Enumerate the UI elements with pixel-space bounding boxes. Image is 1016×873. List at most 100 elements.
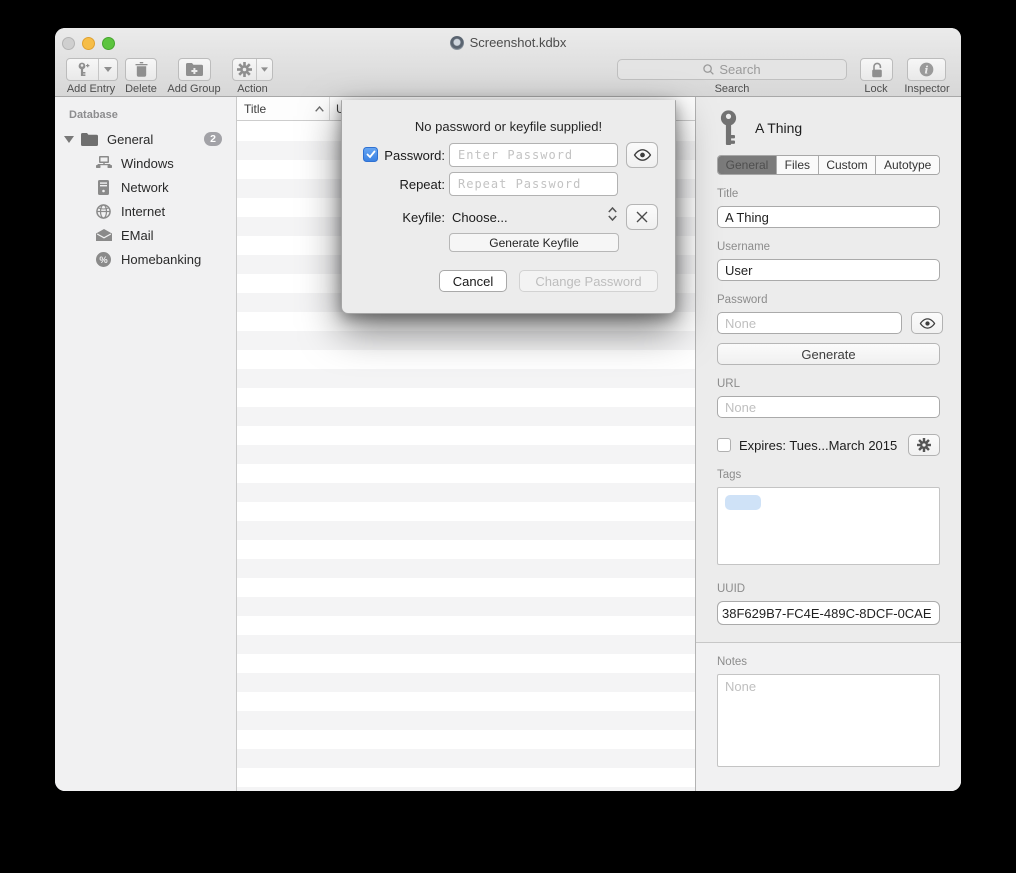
gear-icon[interactable]	[233, 59, 256, 80]
sidebar-item-homebanking[interactable]: % Homebanking	[55, 247, 236, 271]
inspector-label: Inspector	[895, 83, 959, 95]
search-placeholder: Search	[719, 62, 760, 77]
sidebar-item-internet[interactable]: Internet	[55, 199, 236, 223]
titlebar: Screenshot.kdbx	[55, 28, 961, 97]
change-password-dialog: No password or keyfile supplied! Passwor…	[341, 100, 676, 314]
key-icon	[717, 110, 740, 147]
group-label: Windows	[121, 156, 174, 171]
uuid-field[interactable]	[717, 601, 940, 625]
group-label: Network	[121, 180, 169, 195]
url-label: URL	[717, 378, 940, 390]
entry-count-badge: 2	[204, 132, 222, 146]
action-button[interactable]	[232, 58, 273, 81]
username-label: Username	[717, 241, 940, 253]
inspector-tabs: General Files Custom Autotype	[717, 155, 940, 175]
add-entry-button[interactable]	[66, 58, 118, 81]
tags-label: Tags	[717, 469, 940, 481]
password-label: Password	[717, 294, 940, 306]
dialog-password-label: Password:	[342, 148, 445, 163]
dialog-show-password-button[interactable]	[626, 142, 658, 168]
group-label: General	[107, 132, 153, 147]
document-icon	[450, 36, 464, 50]
entry-header: A Thing	[717, 109, 940, 147]
username-field[interactable]	[717, 259, 940, 281]
add-group-label: Add Group	[160, 83, 228, 95]
action-label: Action	[219, 83, 286, 95]
sidebar-item-email[interactable]: EMail	[55, 223, 236, 247]
inspector-button[interactable]: i	[907, 58, 946, 81]
title-label: Title	[717, 188, 940, 200]
search-input[interactable]: Search	[617, 59, 847, 80]
cancel-button[interactable]: Cancel	[439, 270, 507, 292]
folder-plus-icon	[186, 63, 203, 76]
trash-icon	[135, 62, 148, 77]
disclosure-triangle-icon[interactable]	[64, 136, 74, 143]
stepper-icon[interactable]	[608, 207, 617, 221]
eye-icon	[633, 149, 652, 161]
lock-open-icon	[870, 62, 884, 78]
title-field[interactable]	[717, 206, 940, 228]
dialog-repeat-label: Repeat:	[342, 177, 445, 192]
dialog-message: No password or keyfile supplied!	[342, 119, 675, 134]
tab-files[interactable]: Files	[776, 156, 818, 174]
svg-text:i: i	[925, 64, 929, 76]
action-dropdown[interactable]	[256, 59, 272, 80]
lock-button[interactable]	[860, 58, 893, 81]
uuid-label: UUID	[717, 583, 940, 595]
show-password-button[interactable]	[911, 312, 943, 334]
globe-icon	[95, 204, 112, 219]
window-title-text: Screenshot.kdbx	[470, 35, 567, 50]
delete-button[interactable]	[125, 58, 157, 81]
add-group-button[interactable]	[178, 58, 211, 81]
info-icon: i	[919, 62, 934, 77]
percent-icon: %	[95, 252, 112, 267]
expires-settings-button[interactable]	[908, 434, 940, 456]
tags-field[interactable]	[717, 487, 940, 565]
group-label: EMail	[121, 228, 154, 243]
clear-keyfile-button[interactable]	[626, 204, 658, 230]
change-password-button[interactable]: Change Password	[519, 270, 658, 292]
key-plus-icon[interactable]	[67, 59, 98, 80]
window-title: Screenshot.kdbx	[55, 35, 961, 50]
screen: Screenshot.kdbx	[0, 0, 1016, 873]
dialog-repeat-field[interactable]	[449, 172, 618, 196]
group-label: Homebanking	[121, 252, 201, 267]
sidebar: Database General 2 Windows	[55, 97, 237, 791]
add-entry-dropdown[interactable]	[98, 59, 117, 80]
sidebar-item-network[interactable]: Network	[55, 175, 236, 199]
column-header-title[interactable]: Title	[237, 97, 330, 120]
tab-autotype[interactable]: Autotype	[875, 156, 939, 174]
dialog-password-field[interactable]	[449, 143, 618, 167]
notes-label: Notes	[717, 656, 940, 668]
server-icon	[95, 180, 112, 195]
generate-keyfile-button[interactable]: Generate Keyfile	[449, 233, 619, 252]
sidebar-item-general[interactable]: General 2	[55, 127, 236, 151]
envelope-icon	[95, 229, 112, 241]
notes-section: Notes	[696, 642, 961, 791]
tag-pill[interactable]	[725, 495, 761, 510]
search-icon	[703, 64, 714, 75]
dialog-keyfile-label: Keyfile:	[342, 210, 445, 225]
eye-icon	[919, 318, 936, 329]
url-field[interactable]	[717, 396, 940, 418]
expires-checkbox[interactable]	[717, 438, 731, 452]
keyfile-popup[interactable]: Choose...	[452, 210, 508, 225]
svg-text:%: %	[99, 254, 108, 264]
inspector-main: A Thing General Files Custom Autotype Ti…	[696, 97, 961, 625]
tab-custom[interactable]: Custom	[818, 156, 876, 174]
windows-icon	[95, 156, 112, 170]
gear-icon	[917, 438, 931, 452]
tab-general[interactable]: General	[718, 156, 776, 174]
search-label: Search	[672, 83, 792, 95]
generate-password-button[interactable]: Generate	[717, 343, 940, 365]
sidebar-section-header: Database	[69, 109, 236, 121]
folder-icon	[81, 133, 98, 146]
sort-ascending-icon	[315, 106, 324, 112]
group-label: Internet	[121, 204, 165, 219]
close-x-icon	[636, 211, 648, 223]
sidebar-item-windows[interactable]: Windows	[55, 151, 236, 175]
entry-title: A Thing	[755, 120, 802, 136]
expires-label: Expires: Tues...March 2015	[739, 438, 900, 453]
notes-field[interactable]	[717, 674, 940, 767]
password-field[interactable]	[717, 312, 902, 334]
